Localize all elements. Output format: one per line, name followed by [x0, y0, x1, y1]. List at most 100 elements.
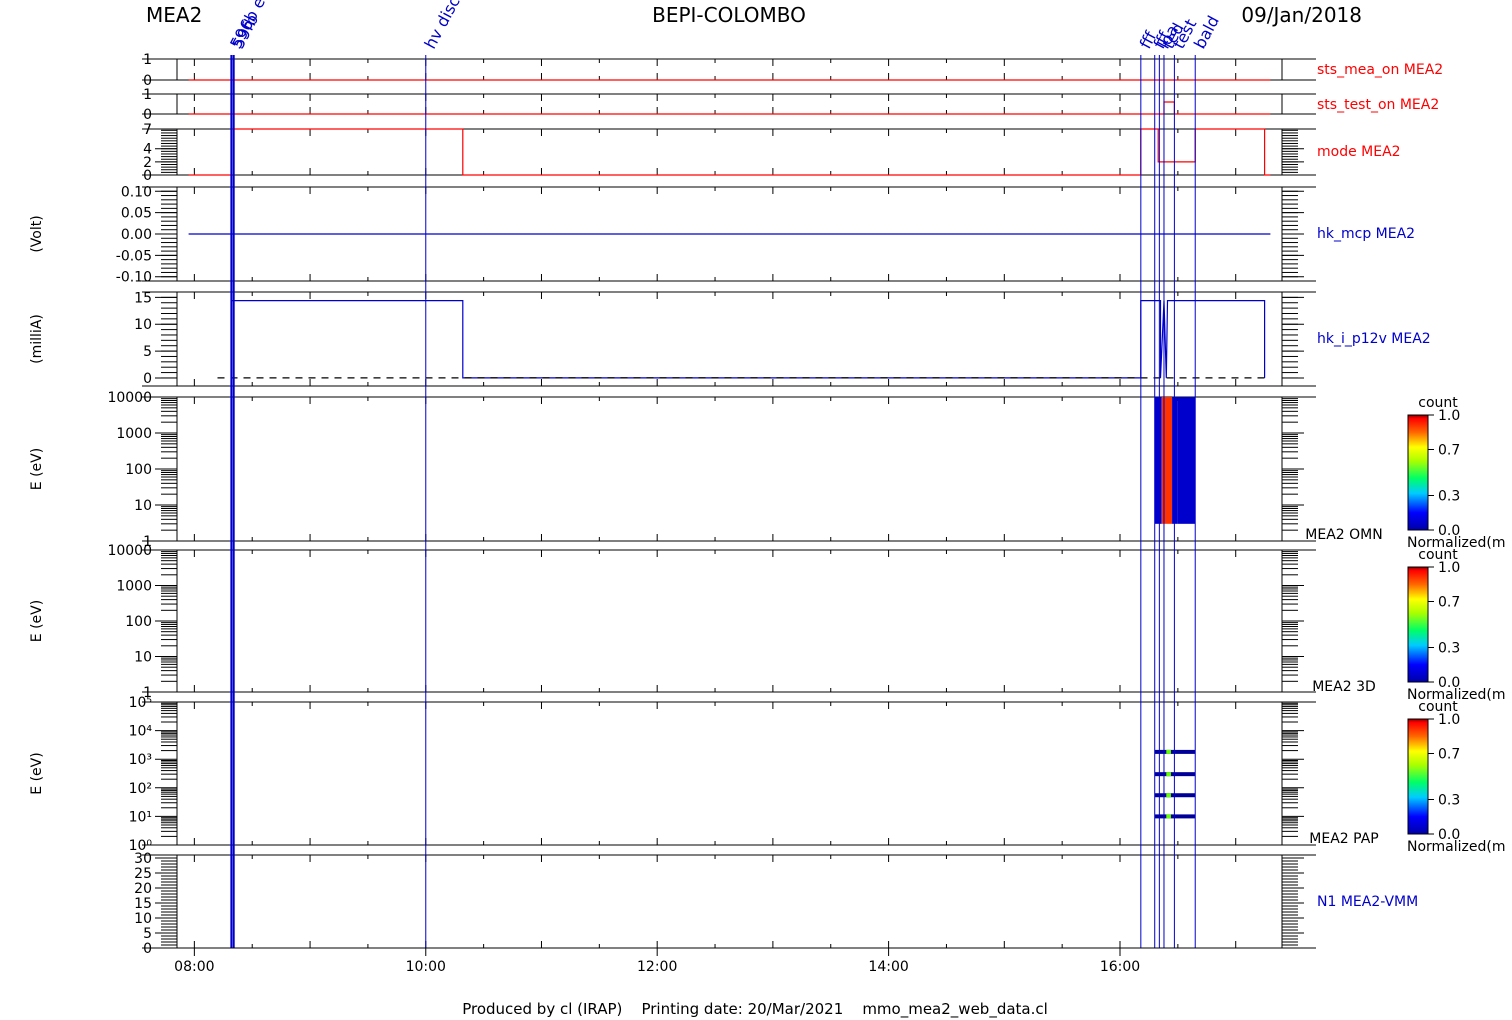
y-axis-label: E (eV): [29, 448, 45, 490]
pap-band-highlight: [1166, 814, 1171, 819]
panel-frame: [176, 549, 1283, 693]
y-tick-label: 0.00: [121, 227, 152, 243]
series-line: [188, 101, 1271, 115]
y-tick-label: 1: [143, 52, 152, 68]
colorbar-tick-label: 0.3: [1438, 489, 1460, 505]
y-tick-label: 7: [143, 122, 152, 138]
y-tick-label: 0: [143, 371, 152, 387]
panels-group: 01sts_mea_on MEA201sts_test_on MEA20247m…: [29, 52, 1443, 957]
y-tick-label: 25: [134, 866, 152, 882]
series-line: [231, 300, 1266, 379]
y-tick-label: 15: [134, 896, 152, 912]
y-tick-label: 15: [134, 290, 152, 306]
series-line: [188, 128, 1271, 176]
colorbar: count0.00.30.71.0Normalized(m: [1407, 547, 1506, 703]
x-axis-tick-label: 12:00: [637, 959, 677, 975]
y-tick-label: 10000: [107, 390, 152, 406]
y-tick-label: 5: [143, 926, 152, 942]
pap-band: [1154, 749, 1196, 754]
panel-frame: [176, 396, 1283, 542]
colorbar-scale: [1407, 566, 1429, 683]
y-tick-label: 1: [143, 87, 152, 103]
colorbar: count0.00.30.71.0Normalized(m: [1407, 395, 1506, 551]
y-tick-label: 10000: [107, 543, 152, 559]
y-tick-label: 1000: [116, 426, 152, 442]
y-tick-label: 4: [143, 142, 152, 158]
panel-2: 0247mode MEA2: [142, 122, 1401, 184]
panel-frame: [176, 291, 1283, 387]
pap-band-highlight: [1166, 772, 1171, 777]
panel-1: 0 1 sts_test_on MEA2: [142, 87, 1439, 123]
panel-name: hk_mcp MEA2: [1317, 226, 1415, 242]
y-tick-label: 10⁵: [129, 695, 152, 711]
y-axis-label: (Volt): [29, 215, 45, 252]
panel-name: sts_test_on MEA2: [1317, 97, 1439, 113]
spectrogram-cell: [1163, 397, 1173, 524]
colorbar: count0.00.30.71.0Normalized(m: [1407, 699, 1506, 855]
colorbar-tick-label: 0.7: [1438, 595, 1460, 611]
bepi-colombo-mea2-chart: MEA2 BEPI-COLOMBO 09/Jan/2018 0 1 sts_mea_…: [29, 0, 1506, 1019]
spectrogram-cell: [1154, 397, 1162, 524]
mission-title: BEPI-COLOMBO: [652, 3, 806, 27]
y-tick-label: 10: [134, 650, 152, 666]
instrument-title: MEA2: [146, 3, 202, 27]
colorbars-group: count0.00.30.71.0Normalized(mcount0.00.3…: [1407, 395, 1506, 855]
y-axis-label: (milliA): [29, 314, 45, 364]
panel-frame: [176, 854, 1283, 949]
panel-frame: [176, 701, 1283, 846]
pap-band: [1154, 814, 1196, 819]
y-tick-label: 30: [134, 851, 152, 867]
y-axis-label: E (eV): [29, 752, 45, 794]
panel-name: MEA2 3D: [1312, 679, 1376, 695]
panel-name: mode MEA2: [1317, 144, 1401, 160]
y-axis-label: E (eV): [29, 600, 45, 642]
x-axis-tick-label: 16:00: [1100, 959, 1140, 975]
pap-band: [1154, 793, 1196, 798]
y-tick-label: 0.10: [121, 184, 152, 200]
colorbar-label: Normalized(m: [1407, 839, 1506, 855]
y-tick-label: 5: [143, 344, 152, 360]
y-tick-label: 10: [134, 911, 152, 927]
event-marker-label: hv disc: [421, 0, 464, 52]
event-marker-label: bald: [1190, 12, 1223, 51]
y-tick-label: -0.10: [116, 270, 152, 286]
y-tick-label: 10: [134, 317, 152, 333]
colorbar-tick-label: 0.7: [1438, 443, 1460, 459]
event-markers-group: 596b e59fb hv disc ffffffloatedtestbald: [226, 0, 1223, 948]
panel-name: hk_i_p12v MEA2: [1317, 331, 1431, 347]
spectrogram-cell: [1177, 397, 1196, 524]
panel-name: sts_mea_on MEA2: [1317, 62, 1443, 78]
panel-frame: [176, 58, 1283, 81]
panel-0: 01sts_mea_on MEA2: [142, 52, 1443, 89]
time-axis: 08:00 10:00 12:00 14:00 16:00: [142, 947, 1316, 975]
colorbar-scale: [1407, 718, 1429, 835]
footer-text: Produced by cl (IRAP) Printing date: 20/…: [462, 1000, 1048, 1019]
colorbar-tick-label: 0.3: [1438, 641, 1460, 657]
y-tick-label: 0: [143, 107, 152, 123]
y-tick-label: 0.05: [121, 206, 152, 222]
panel-frame: [176, 128, 1283, 176]
panel-8: 051015202530 N1 MEA2-VMM: [134, 851, 1418, 957]
pap-band: [1154, 772, 1196, 777]
panel-4: 0 5 10 15 hk_i_p12v MEA2 (milliA): [29, 290, 1431, 387]
y-tick-label: 1000: [116, 579, 152, 595]
colorbar-tick-label: 1.0: [1438, 408, 1460, 424]
x-axis-tick-label: 14:00: [868, 959, 908, 975]
y-tick-label: 10⁴: [129, 724, 153, 740]
y-tick-label: 10: [134, 498, 152, 514]
y-tick-label: 0: [143, 941, 152, 957]
pap-band-highlight: [1166, 793, 1171, 798]
y-tick-label: -0.05: [116, 248, 152, 264]
y-tick-label: 100: [125, 462, 152, 478]
colorbar-tick-label: 1.0: [1438, 560, 1460, 576]
x-axis-tick-label: 08:00: [174, 959, 214, 975]
y-tick-label: 10¹: [129, 809, 152, 825]
y-tick-label: 10²: [129, 781, 152, 797]
panel-frame: [176, 93, 1283, 115]
colorbar-tick-label: 1.0: [1438, 712, 1460, 728]
x-axis-tick-label: 10:00: [406, 959, 446, 975]
colorbar-tick-label: 0.7: [1438, 747, 1460, 763]
panel-name: N1 MEA2-VMM: [1317, 894, 1418, 910]
y-tick-label: 10³: [129, 752, 152, 768]
panel-3: -0.10 -0.05 0.00 0.05 0.10 hk_mcp MEA2 (Volt): [29, 184, 1415, 285]
